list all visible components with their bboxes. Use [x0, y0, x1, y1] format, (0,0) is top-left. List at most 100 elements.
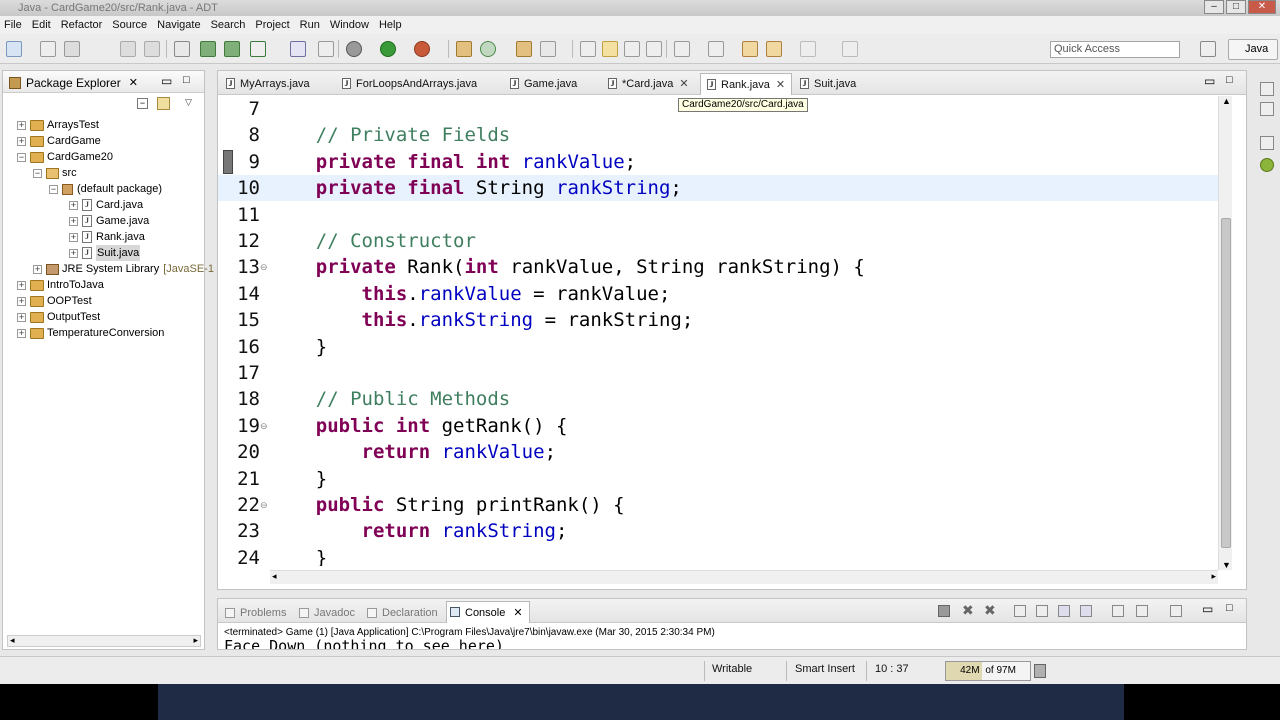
save-icon[interactable]: [64, 41, 80, 57]
code-line[interactable]: 12 // Constructor: [218, 228, 1218, 254]
android-icon[interactable]: [1260, 158, 1274, 172]
tree-item-ooptest[interactable]: + OOPTest: [17, 293, 92, 309]
tab-console[interactable]: Console ✕: [446, 601, 530, 623]
debug-icon[interactable]: [346, 41, 362, 57]
code-line[interactable]: 21 }: [218, 466, 1218, 492]
open-type-icon[interactable]: [516, 41, 532, 57]
show-on-output-icon[interactable]: [1058, 605, 1070, 617]
scroll-left-icon[interactable]: ◂: [272, 571, 277, 582]
expand-icon[interactable]: +: [33, 264, 42, 274]
terminate-icon[interactable]: [938, 605, 950, 617]
java-perspective-button[interactable]: Java: [1228, 39, 1278, 60]
menu-run[interactable]: Run: [300, 19, 320, 31]
skip-breakpoints-icon[interactable]: [318, 41, 334, 57]
minimize-view-icon[interactable]: ▭: [161, 74, 172, 88]
close-window-button[interactable]: ✕: [1248, 0, 1276, 14]
minimize-view-icon[interactable]: ▭: [1202, 602, 1213, 616]
android-sdk-icon[interactable]: [200, 41, 216, 57]
scroll-left-icon[interactable]: ◂: [10, 635, 15, 646]
collapse-icon[interactable]: −: [17, 152, 26, 162]
fold-icon[interactable]: ⊖: [260, 500, 268, 511]
code-line[interactable]: 22 ⊖ public String printRank() {: [218, 492, 1218, 518]
lint-icon[interactable]: [250, 41, 266, 57]
clear-console-icon[interactable]: [1014, 605, 1026, 617]
code-line[interactable]: 16 }: [218, 334, 1218, 360]
code-line[interactable]: 15 this.rankString = rankString;: [218, 307, 1218, 333]
menu-source[interactable]: Source: [112, 19, 147, 31]
tree-item-cardgame20[interactable]: − CardGame20: [17, 149, 113, 165]
show-on-error-icon[interactable]: [1080, 605, 1092, 617]
expand-icon[interactable]: +: [69, 200, 78, 210]
menu-refactor[interactable]: Refactor: [61, 19, 103, 31]
new-class-icon[interactable]: [480, 41, 496, 57]
close-tab-icon[interactable]: ✕: [513, 607, 522, 619]
scroll-right-icon[interactable]: ▸: [1211, 571, 1216, 582]
tab-declaration[interactable]: Declaration: [364, 603, 438, 623]
tree-item-outputtest[interactable]: + OutputTest: [17, 309, 100, 325]
scroll-lock-icon[interactable]: [1036, 605, 1048, 617]
code-line[interactable]: 18 // Public Methods: [218, 386, 1218, 412]
menu-help[interactable]: Help: [379, 19, 402, 31]
maximize-editor-icon[interactable]: □: [1226, 74, 1233, 86]
tree-item-temperatureconversion[interactable]: + TemperatureConversion: [17, 325, 164, 341]
previous-annotation-icon[interactable]: [708, 41, 724, 57]
code-line[interactable]: 19 ⊖ public int getRank() {: [218, 413, 1218, 439]
link-with-editor-icon[interactable]: [157, 97, 170, 110]
expand-icon[interactable]: +: [69, 232, 78, 242]
tab-javadoc[interactable]: Javadoc: [296, 603, 355, 623]
back-arrow-icon[interactable]: [766, 41, 782, 57]
external-tools-icon[interactable]: [414, 41, 430, 57]
pin-console-icon[interactable]: [1112, 605, 1124, 617]
menu-window[interactable]: Window: [330, 19, 369, 31]
view-menu-icon[interactable]: ▽: [185, 97, 192, 108]
tab-suit-java[interactable]: J Suit.java: [794, 73, 862, 95]
back-icon[interactable]: [742, 41, 758, 57]
scroll-right-icon[interactable]: ▸: [193, 635, 198, 646]
fold-icon[interactable]: ⊖: [260, 262, 268, 273]
code-line[interactable]: 13 ⊖ private Rank(int rankValue, String r…: [218, 254, 1218, 280]
close-tab-icon[interactable]: ✕: [776, 79, 785, 91]
restore-icon[interactable]: [1260, 136, 1274, 150]
open-console-icon[interactable]: [1170, 605, 1182, 617]
maximize-button[interactable]: □: [1226, 0, 1246, 14]
tree-item-arraystest[interactable]: + ArraysTest: [17, 117, 99, 133]
menu-project[interactable]: Project: [255, 19, 289, 31]
tree-item-jre-system-library[interactable]: + JRE System Library [JavaSE-1: [33, 261, 214, 277]
code-line[interactable]: 17: [218, 360, 1218, 386]
tab-rank-java[interactable]: J Rank.java ✕: [700, 73, 793, 95]
expand-icon[interactable]: +: [17, 120, 26, 130]
toggle-mark-occurrences-icon[interactable]: [580, 41, 596, 57]
scroll-down-icon[interactable]: ▼: [1222, 560, 1231, 570]
block-selection-icon[interactable]: [624, 41, 640, 57]
code-line[interactable]: 24 }: [218, 545, 1218, 566]
restore-icon[interactable]: [1260, 82, 1274, 96]
collapse-icon[interactable]: −: [49, 184, 58, 194]
collapse-icon[interactable]: −: [33, 168, 42, 178]
expand-icon[interactable]: +: [17, 280, 26, 290]
editor-horizontal-scrollbar[interactable]: ◂ ▸: [270, 570, 1218, 584]
editor-vertical-scrollbar[interactable]: ▲ ▼: [1218, 96, 1232, 570]
minimize-editor-icon[interactable]: ▭: [1204, 74, 1215, 88]
compare-icon[interactable]: [174, 41, 190, 57]
tree-item-rank-java[interactable]: + J Rank.java: [69, 229, 145, 245]
expand-icon[interactable]: +: [69, 216, 78, 226]
tab-forloopsandarrays-java[interactable]: J ForLoopsAndArrays.java: [336, 73, 483, 95]
code-area[interactable]: 78 // Private Fields 9 private final int …: [218, 96, 1218, 566]
remove-launch-icon[interactable]: ✖: [962, 602, 974, 619]
tree-item-introtojava[interactable]: + IntroToJava: [17, 277, 104, 293]
tree-item-card-java[interactable]: + J Card.java: [69, 197, 143, 213]
tab-game-java[interactable]: J Game.java: [504, 73, 583, 95]
next-annotation-icon[interactable]: [674, 41, 690, 57]
tab-card-java[interactable]: J *Card.java ✕: [602, 73, 695, 95]
tree-item-game-java[interactable]: + J Game.java: [69, 213, 149, 229]
highlight-icon[interactable]: [602, 41, 618, 57]
expand-icon[interactable]: +: [17, 328, 26, 338]
collapse-all-icon[interactable]: −: [137, 98, 148, 109]
run-gc-icon[interactable]: [1034, 664, 1046, 678]
save-all-icon[interactable]: [120, 41, 136, 57]
heap-status[interactable]: 42M of 97M: [945, 661, 1031, 681]
close-tab-icon[interactable]: ✕: [679, 78, 688, 90]
new-android-icon[interactable]: [290, 41, 306, 57]
maximize-view-icon[interactable]: □: [183, 74, 190, 86]
expand-icon[interactable]: +: [17, 296, 26, 306]
